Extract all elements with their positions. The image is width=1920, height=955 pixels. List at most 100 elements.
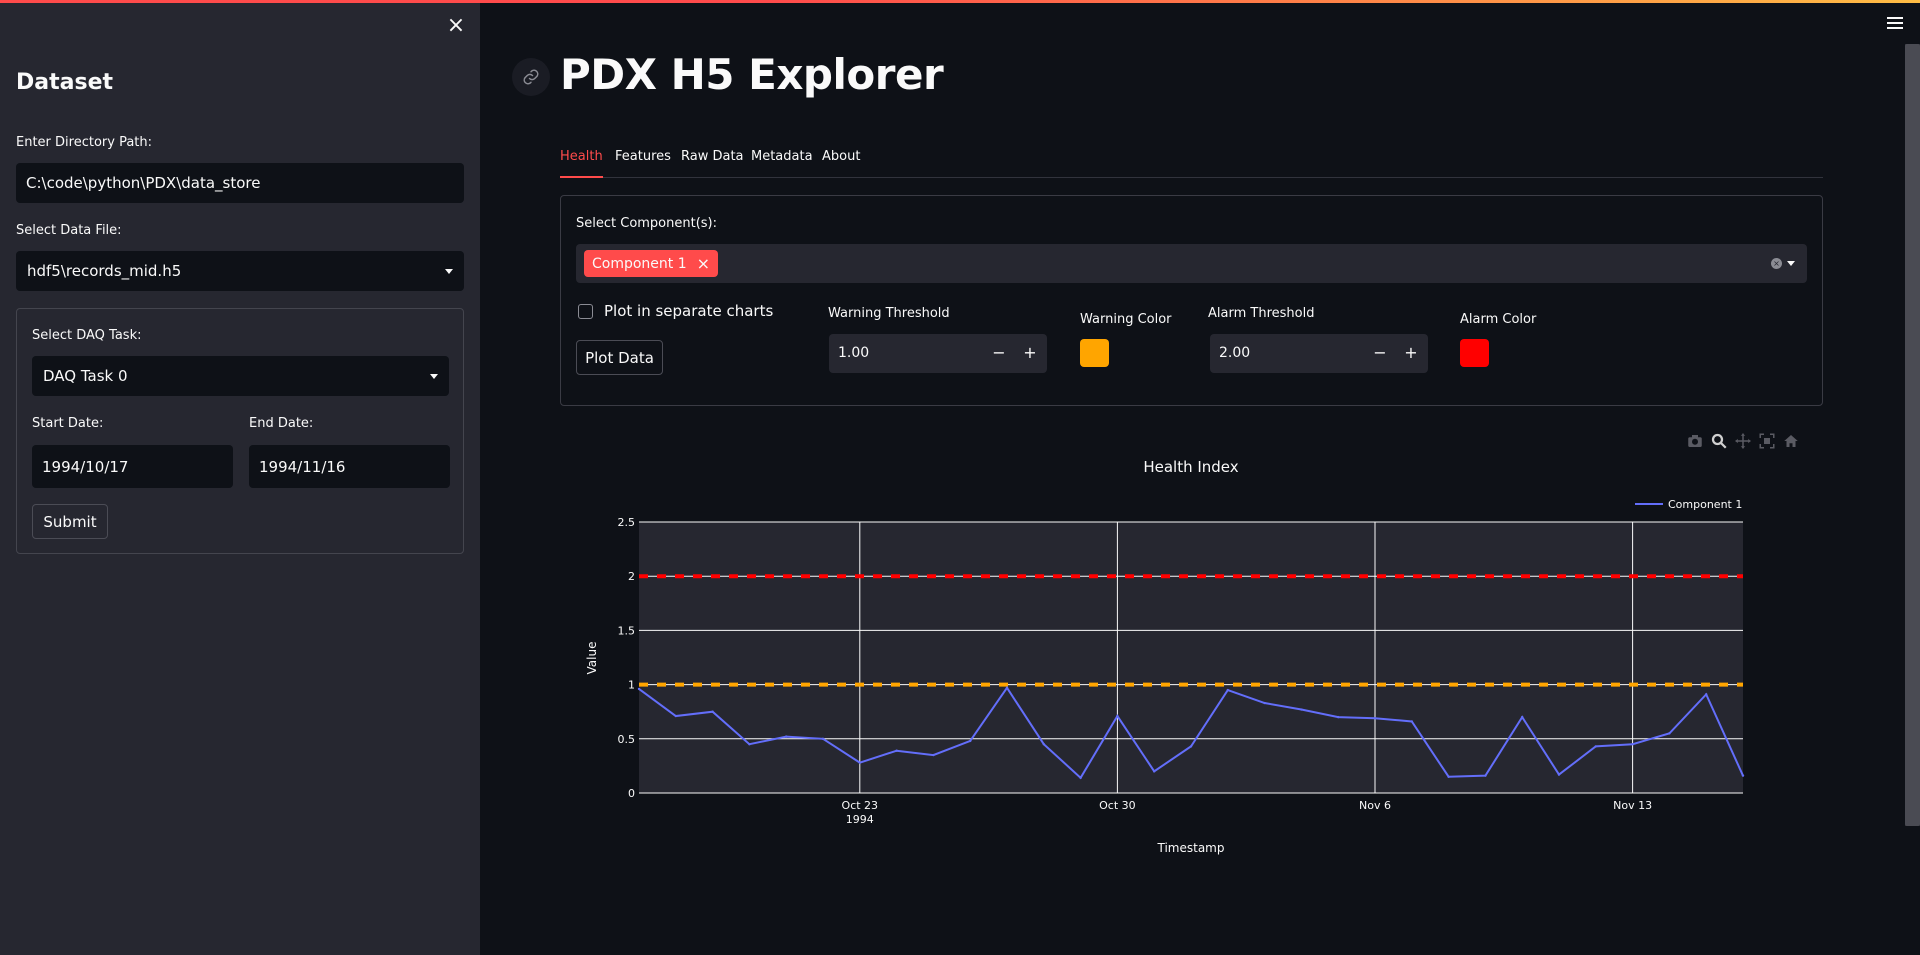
data-point: [969, 739, 972, 743]
start-date-label: Start Date:: [32, 416, 104, 431]
y-tick-label: 0.5: [618, 733, 636, 746]
data-point: [1557, 773, 1561, 776]
end-date-label: End Date:: [249, 416, 314, 431]
chip-label: Component 1: [592, 255, 687, 272]
tab-bar: Health Features Raw Data Metadata About: [560, 148, 1823, 178]
warning-color-label: Warning Color: [1080, 312, 1172, 327]
health-controls-panel: [560, 195, 1823, 406]
data-point: [1373, 717, 1377, 720]
x-tick-label: Oct 23: [842, 799, 879, 812]
data-point: [821, 737, 825, 740]
data-point: [1631, 743, 1634, 746]
file-select-value: hdf5\records_mid.h5: [27, 262, 182, 280]
data-point: [1484, 774, 1487, 777]
component-label: Select Component(s):: [576, 216, 718, 231]
data-point: [711, 710, 714, 713]
data-point: [1668, 732, 1671, 735]
alarm-threshold-input[interactable]: 2.00 − +: [1210, 334, 1428, 373]
top-decoration-bar: [0, 0, 1920, 3]
chevron-down-icon: [430, 373, 438, 379]
warning-threshold-label: Warning Threshold: [828, 306, 950, 321]
separate-charts-label: Plot in separate charts: [604, 302, 774, 320]
submit-button[interactable]: Submit: [32, 504, 108, 539]
data-point: [1263, 701, 1266, 705]
end-date-value: 1994/11/16: [259, 457, 346, 476]
component-multiselect[interactable]: Component 1 ×: [576, 244, 1807, 283]
daq-select[interactable]: DAQ Task 0: [32, 356, 449, 396]
alarm-decrement-button[interactable]: −: [1368, 340, 1392, 366]
close-sidebar-button[interactable]: ×: [446, 14, 466, 38]
directory-input[interactable]: C:\code\python\PDX\data_store: [16, 163, 464, 203]
x-tick-label: Oct 30: [1099, 799, 1136, 812]
anchor-link-button[interactable]: [512, 58, 550, 96]
health-chart-svg: Health Index 0 0.5 1 1.5 2 2.5 Oct 231994 Oct …: [585, 458, 1745, 855]
y-axis-label: Value: [585, 642, 599, 675]
alarm-threshold-label: Alarm Threshold: [1208, 306, 1315, 321]
chart-modebar: [1686, 432, 1800, 452]
main-menu-button[interactable]: [1887, 17, 1903, 31]
sidebar: × Dataset Enter Directory Path: C:\code\…: [0, 0, 480, 955]
chevron-down-icon[interactable]: [1787, 261, 1795, 266]
alarm-color-label: Alarm Color: [1460, 312, 1537, 327]
camera-icon[interactable]: [1686, 432, 1704, 450]
scrollbar-thumb[interactable]: [1905, 44, 1920, 826]
tab-metadata[interactable]: Metadata: [751, 148, 813, 178]
clear-selection-icon[interactable]: ×: [1771, 258, 1782, 269]
start-date-input[interactable]: 1994/10/17: [32, 445, 233, 488]
data-point: [1410, 720, 1413, 723]
pan-icon[interactable]: [1734, 432, 1752, 450]
tab-about[interactable]: About: [822, 148, 860, 178]
y-tick-label: 2: [628, 570, 635, 583]
warning-threshold-input[interactable]: 1.00 − +: [829, 334, 1047, 373]
data-point: [1005, 686, 1009, 690]
directory-label: Enter Directory Path:: [16, 135, 153, 150]
file-select[interactable]: hdf5\records_mid.h5: [16, 251, 464, 291]
tab-health[interactable]: Health: [560, 148, 603, 178]
data-point: [1153, 770, 1156, 773]
data-point: [858, 761, 861, 764]
data-point: [1447, 775, 1450, 778]
zoom-icon[interactable]: [1710, 432, 1728, 450]
data-point: [674, 714, 677, 718]
home-icon[interactable]: [1782, 432, 1800, 450]
daq-select-value: DAQ Task 0: [43, 367, 128, 385]
data-point: [1337, 715, 1340, 719]
chip-remove-icon[interactable]: ×: [697, 254, 710, 273]
close-icon: ×: [446, 13, 466, 38]
warning-decrement-button[interactable]: −: [987, 340, 1011, 366]
alarm-increment-button[interactable]: +: [1399, 340, 1423, 366]
warning-color-swatch[interactable]: [1080, 339, 1109, 367]
data-point: [748, 743, 751, 746]
data-point: [1594, 745, 1598, 748]
page-title: PDX H5 Explorer: [560, 50, 944, 99]
data-point: [1079, 776, 1082, 780]
warning-increment-button[interactable]: +: [1018, 340, 1042, 366]
autoscale-icon[interactable]: [1758, 432, 1776, 450]
x-tick-label: Nov 6: [1359, 799, 1391, 812]
x-tick-label: Nov 13: [1613, 799, 1652, 812]
alarm-color-swatch[interactable]: [1460, 339, 1489, 367]
daq-label: Select DAQ Task:: [32, 328, 142, 343]
data-point: [1521, 715, 1524, 719]
separate-charts-checkbox[interactable]: [578, 304, 593, 319]
legend-label: Component 1: [1668, 498, 1742, 511]
plot-area[interactable]: [639, 522, 1743, 793]
data-point: [1226, 688, 1229, 692]
data-point: [1300, 708, 1303, 711]
chart-legend[interactable]: Component 1: [1635, 498, 1742, 511]
data-point: [1116, 714, 1119, 718]
start-date-value: 1994/10/17: [42, 457, 129, 476]
tab-features[interactable]: Features: [615, 148, 671, 178]
data-point: [785, 735, 788, 738]
data-point: [932, 753, 935, 757]
alarm-threshold-value: 2.00: [1219, 345, 1251, 361]
y-tick-label: 1.5: [618, 624, 636, 637]
plot-data-button[interactable]: Plot Data: [576, 340, 663, 375]
directory-input-value: C:\code\python\PDX\data_store: [26, 174, 261, 192]
file-label: Select Data File:: [16, 223, 122, 238]
tab-raw-data[interactable]: Raw Data: [681, 148, 744, 178]
component-chip[interactable]: Component 1 ×: [584, 250, 719, 277]
link-icon: [523, 69, 539, 85]
data-point: [895, 749, 898, 752]
end-date-input[interactable]: 1994/11/16: [249, 445, 450, 488]
